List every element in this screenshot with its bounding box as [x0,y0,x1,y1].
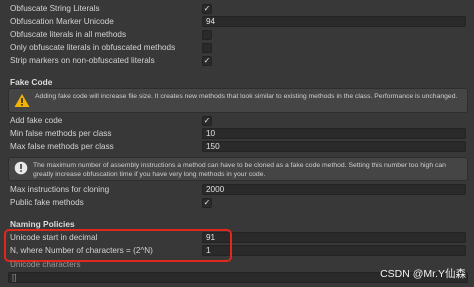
obfuscate-string-literals-checkbox[interactable]: ✓ [202,3,212,14]
unicode-start-field[interactable]: 91 [202,232,466,243]
max-false-methods-label: Max false methods per class [10,142,114,151]
obfuscate-all-methods-label: Obfuscate literals in all methods [10,30,127,39]
setting-max-false-methods: Max false methods per class 150 [0,140,474,153]
fake-code-header: Fake Code [10,77,53,87]
setting-strip-markers: Strip markers on non-obfuscated literals… [0,54,474,67]
naming-policies-header: Naming Policies [10,219,75,229]
min-false-methods-label: Min false methods per class [10,129,112,138]
obfuscate-string-literals-label: Obfuscate String Literals [10,4,100,13]
obfuscate-all-methods-checkbox[interactable] [202,29,212,40]
number-of-characters-field[interactable]: 1 [202,245,466,256]
public-fake-methods-checkbox[interactable]: ✓ [202,197,212,208]
setting-min-false-methods: Min false methods per class 10 [0,127,474,140]
unicode-characters-label: Unicode characters [10,260,81,269]
obfuscation-marker-unicode-label: Obfuscation Marker Unicode [10,17,114,26]
add-fake-code-checkbox[interactable]: ✓ [202,115,212,126]
max-instructions-info-text: The maximum number of assembly instructi… [33,162,446,178]
max-false-methods-field[interactable]: 150 [202,141,466,152]
setting-add-fake-code: Add fake code ✓ [0,114,474,127]
only-obfuscated-methods-label: Only obfuscate literals in obfuscated me… [10,43,176,52]
setting-obfuscate-string-literals: Obfuscate String Literals ✓ [0,2,474,15]
only-obfuscated-methods-checkbox[interactable] [202,42,212,53]
fake-code-warning-box: Adding fake code will increase file size… [8,88,468,113]
setting-public-fake-methods: Public fake methods ✓ [0,196,474,209]
max-instructions-info-box: The maximum number of assembly instructi… [8,157,468,181]
setting-max-instructions: Max instructions for cloning 2000 [0,183,474,196]
setting-obfuscate-all-methods: Obfuscate literals in all methods [0,28,474,41]
min-false-methods-field[interactable]: 10 [202,128,466,139]
fake-code-warning-text: Adding fake code will increase file size… [35,93,458,100]
strip-markers-label: Strip markers on non-obfuscated literals [10,56,155,65]
max-instructions-label: Max instructions for cloning [10,185,110,194]
strip-markers-checkbox[interactable]: ✓ [202,55,212,66]
info-icon [14,161,28,175]
max-instructions-field[interactable]: 2000 [202,184,466,195]
setting-only-obfuscated-methods: Only obfuscate literals in obfuscated me… [0,41,474,54]
obfuscation-marker-unicode-field[interactable]: 94 [202,16,466,27]
add-fake-code-label: Add fake code [10,116,63,125]
public-fake-methods-label: Public fake methods [10,198,84,207]
csdn-watermark: CSDN @Mr.Y仙森 [380,268,466,280]
warning-icon [14,94,30,107]
setting-obfuscation-marker-unicode: Obfuscation Marker Unicode 94 [0,15,474,28]
